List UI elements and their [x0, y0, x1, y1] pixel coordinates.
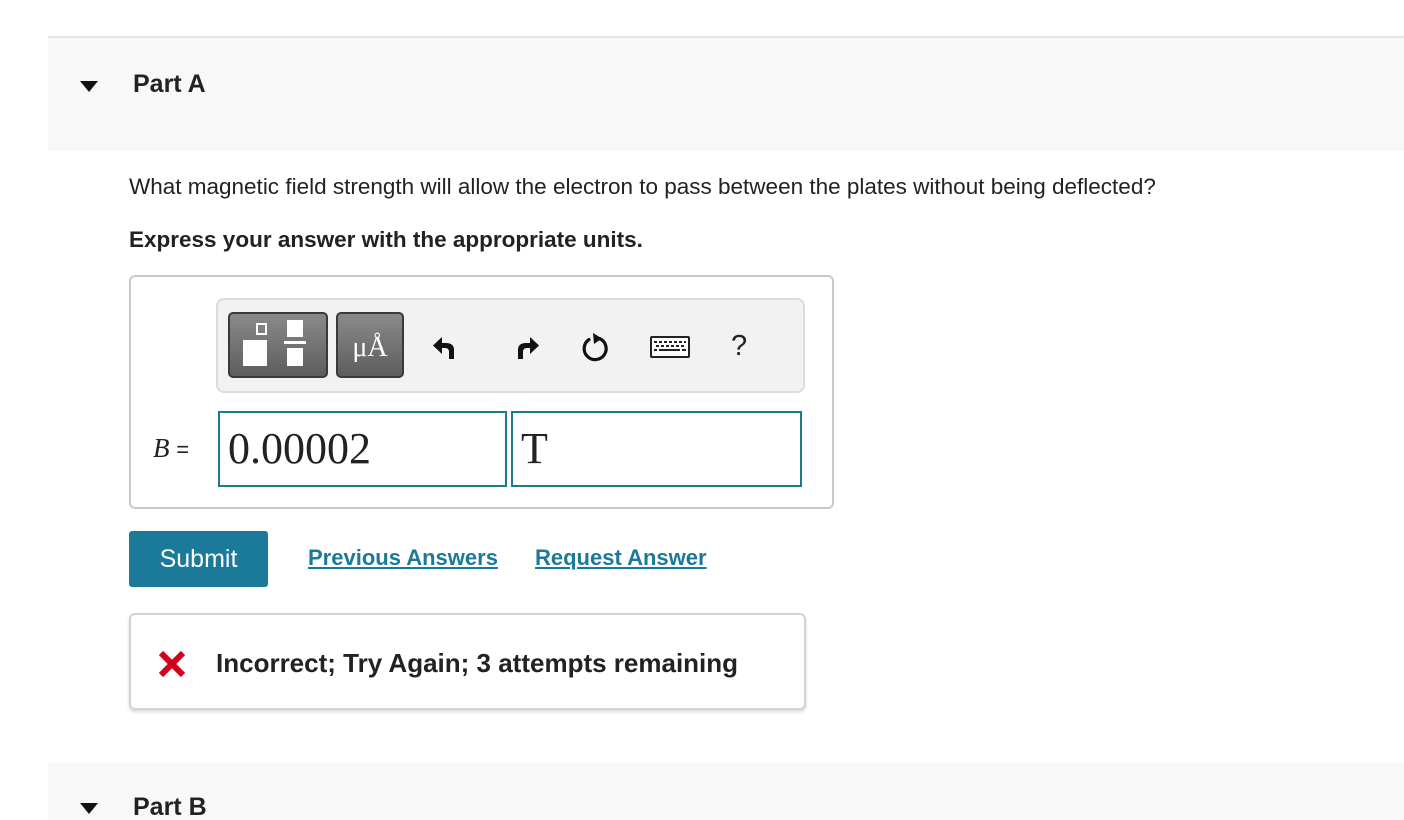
collapse-caret-icon[interactable] [80, 81, 98, 92]
feedback-text: Incorrect; Try Again; 3 attempts remaini… [216, 648, 739, 678]
help-button[interactable]: ? [731, 330, 747, 363]
instruction-text: Express your answer with the appropriate… [129, 227, 643, 252]
redo-icon[interactable] [508, 330, 542, 364]
unit-input[interactable]: T [511, 411, 802, 487]
request-answer-link[interactable]: Request Answer [535, 545, 707, 571]
question-text: What magnetic field strength will allow … [129, 174, 1156, 199]
equals-sign: = [176, 437, 190, 462]
part-a-title: Part A [133, 70, 206, 98]
keyboard-icon[interactable] [650, 336, 690, 370]
part-b-header[interactable]: Part B [48, 762, 1404, 820]
collapse-caret-icon[interactable] [80, 803, 98, 814]
variable-symbol: B [153, 433, 170, 463]
part-a-header[interactable]: Part A [48, 38, 1404, 151]
x-mark-icon [157, 649, 187, 679]
answer-box: μÅ ? B = 0.00002 T [129, 275, 834, 509]
undo-icon[interactable] [430, 330, 464, 364]
units-button[interactable]: μÅ [336, 312, 404, 378]
feedback-box: Incorrect; Try Again; 3 attempts remaini… [129, 613, 806, 710]
previous-answers-link[interactable]: Previous Answers [308, 545, 498, 571]
math-toolbar: μÅ ? [216, 298, 805, 393]
variable-label: B = [153, 433, 189, 464]
reset-icon[interactable] [579, 330, 613, 364]
units-button-label: μÅ [352, 332, 388, 363]
templates-button[interactable] [228, 312, 328, 378]
submit-button[interactable]: Submit [129, 531, 268, 587]
part-b-title: Part B [133, 793, 207, 820]
value-input[interactable]: 0.00002 [218, 411, 507, 487]
page: Part A What magnetic field strength will… [0, 0, 1404, 820]
